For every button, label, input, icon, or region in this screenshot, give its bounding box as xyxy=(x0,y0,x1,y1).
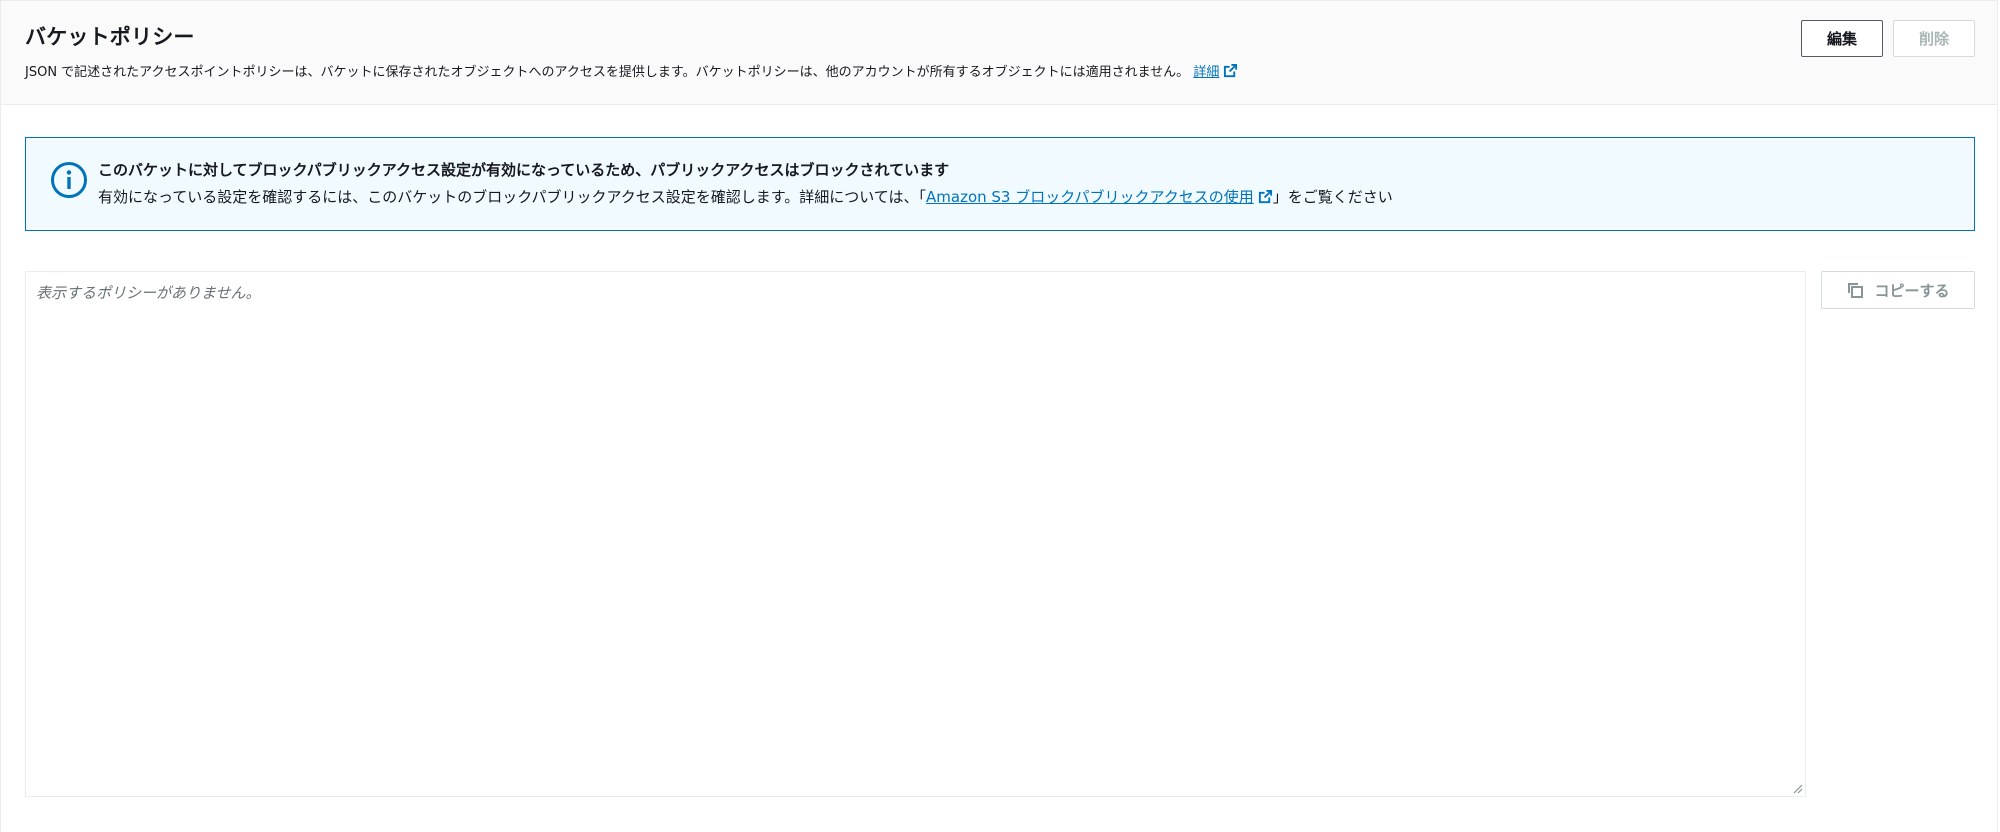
info-link[interactable]: 詳細 xyxy=(1193,63,1238,80)
editor-placeholder: 表示するポリシーがありません。 xyxy=(36,284,261,302)
delete-button[interactable]: 削除 xyxy=(1893,20,1975,57)
edit-button[interactable]: 編集 xyxy=(1801,20,1883,57)
info-link-label: 詳細 xyxy=(1193,65,1220,80)
alert-body-suffix: 」をご覧ください xyxy=(1272,188,1393,206)
block-public-access-link-label: Amazon S3 ブロックパブリックアクセスの使用 xyxy=(926,188,1254,206)
bucket-policy-panel: バケットポリシー JSON で記述されたアクセスポイントポリシーは、バケットに保… xyxy=(0,0,1998,832)
info-alert: このバケットに対してブロックパブリックアクセス設定が有効になっているため、パブリ… xyxy=(25,137,1975,231)
external-link-icon xyxy=(1258,189,1272,204)
copy-button-label: コピーする xyxy=(1874,281,1950,300)
description-text: JSON で記述されたアクセスポイントポリシーは、バケットに保存されたオブジェク… xyxy=(25,65,1190,80)
policy-editor[interactable]: 表示するポリシーがありません。 xyxy=(25,271,1806,797)
info-icon xyxy=(51,162,87,198)
copy-icon xyxy=(1848,283,1864,298)
block-public-access-link[interactable]: Amazon S3 ブロックパブリックアクセスの使用 xyxy=(926,188,1273,206)
external-link-icon xyxy=(1224,63,1238,78)
alert-body: 有効になっている設定を確認するには、このバケットのブロックパブリックアクセス設定… xyxy=(98,186,1393,207)
resize-grip-icon[interactable] xyxy=(1793,784,1803,794)
page-title: バケットポリシー xyxy=(25,25,195,49)
panel-description: JSON で記述されたアクセスポイントポリシーは、バケットに保存されたオブジェク… xyxy=(25,61,1238,80)
panel-header: バケットポリシー JSON で記述されたアクセスポイントポリシーは、バケットに保… xyxy=(1,1,1997,105)
alert-title: このバケットに対してブロックパブリックアクセス設定が有効になっているため、パブリ… xyxy=(98,161,950,179)
alert-body-prefix: 有効になっている設定を確認するには、このバケットのブロックパブリックアクセス設定… xyxy=(98,188,927,206)
copy-button[interactable]: コピーする xyxy=(1821,271,1975,309)
